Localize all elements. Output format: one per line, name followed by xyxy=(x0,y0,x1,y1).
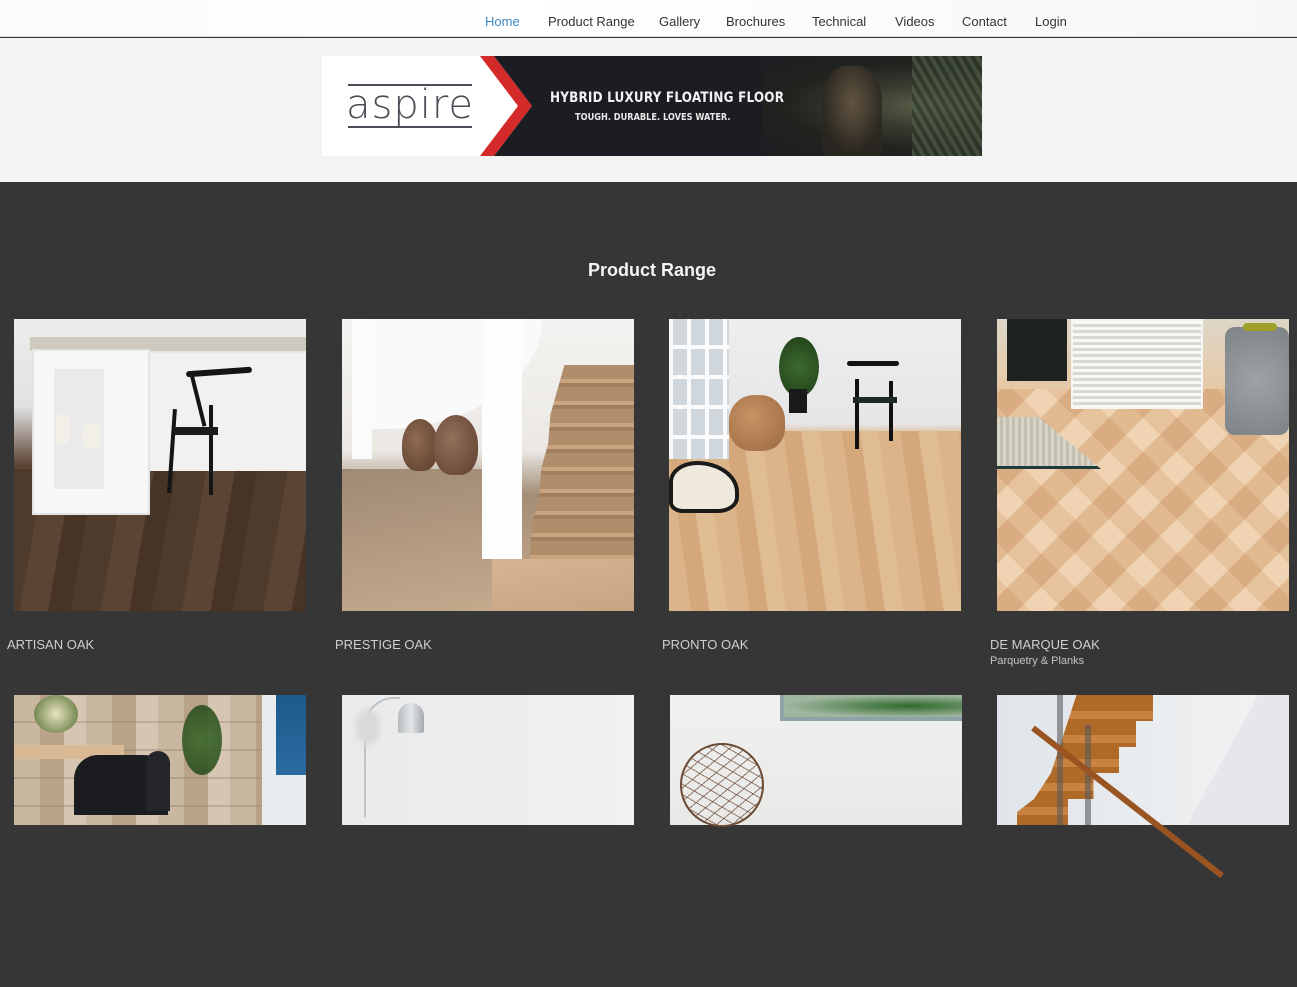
nav-brochures[interactable]: Brochures xyxy=(726,14,785,29)
product-image-pronto-oak[interactable] xyxy=(669,319,961,611)
product-image-staircase[interactable] xyxy=(997,695,1289,987)
banner-artwork-figure xyxy=(822,66,882,156)
logo-rule-bottom xyxy=(348,126,472,128)
banner-headline: HYBRID LUXURY FLOATING FLOOR xyxy=(550,90,785,106)
nav-login[interactable]: Login xyxy=(1035,14,1067,29)
banner-area: aspire HYBRID LUXURY FLOATING FLOOR TOUG… xyxy=(0,38,1297,182)
product-name[interactable]: PRESTIGE OAK xyxy=(335,637,432,652)
nav-gallery[interactable]: Gallery xyxy=(659,14,700,29)
product-image-wire-sphere[interactable] xyxy=(670,695,962,987)
product-image-prestige-oak[interactable] xyxy=(342,319,634,611)
top-navigation-bar: Home Product Range Gallery Brochures Tec… xyxy=(0,0,1297,37)
section-title: Product Range xyxy=(587,260,716,280)
nav-contact[interactable]: Contact xyxy=(962,14,1007,29)
product-image-artisan-oak[interactable] xyxy=(14,319,306,611)
banner-artwork-texture xyxy=(912,56,982,156)
nav-home[interactable]: Home xyxy=(485,14,520,29)
chevron-accent-icon xyxy=(480,56,540,156)
banner-tagline: TOUGH. DURABLE. LOVES WATER. xyxy=(575,112,731,123)
product-image-de-marque-oak[interactable] xyxy=(997,319,1289,611)
product-name[interactable]: DE MARQUE OAK xyxy=(990,637,1100,652)
nav-technical[interactable]: Technical xyxy=(812,14,866,29)
product-image-lamp-room[interactable] xyxy=(342,695,634,987)
main-nav: Home Product Range Gallery Brochures Tec… xyxy=(0,0,1297,37)
aspire-logo: aspire xyxy=(346,82,475,128)
product-subtitle: Parquetry & Planks xyxy=(990,655,1085,667)
product-name[interactable]: ARTISAN OAK xyxy=(7,637,94,652)
nav-product-range[interactable]: Product Range xyxy=(548,14,635,29)
nav-videos[interactable]: Videos xyxy=(895,14,935,29)
product-image-dining[interactable] xyxy=(14,695,306,987)
product-name[interactable]: PRONTO OAK xyxy=(662,637,748,652)
aspire-banner[interactable]: aspire HYBRID LUXURY FLOATING FLOOR TOUG… xyxy=(322,56,982,156)
